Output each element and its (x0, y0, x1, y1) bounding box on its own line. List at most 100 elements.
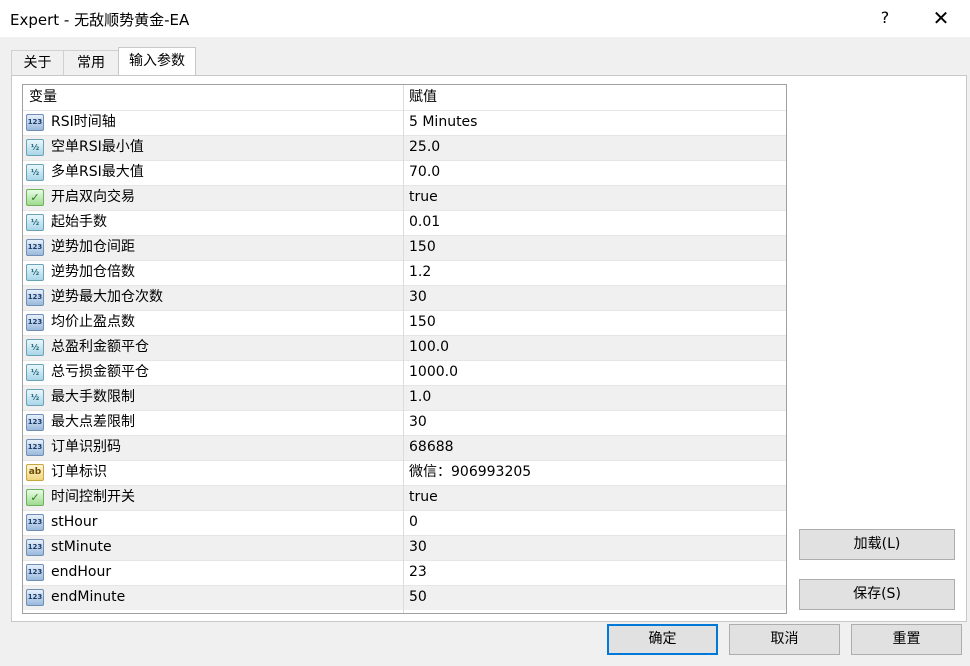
type-bool-icon: ✓ (26, 189, 44, 206)
type-int-icon: 123 (26, 564, 44, 581)
ok-button[interactable]: 确定 (607, 624, 718, 655)
row-divider (23, 185, 786, 186)
parameter-name: 起始手数 (51, 214, 107, 230)
parameter-name: 逆势加仓间距 (51, 239, 135, 255)
column-divider (403, 85, 404, 613)
row-divider (23, 310, 786, 311)
parameter-row[interactable]: 123 订单识别码 68688 (23, 435, 786, 460)
parameter-row[interactable]: 123 RSI时间轴 5 Minutes (23, 110, 786, 135)
tab-about[interactable]: 关于 (11, 50, 64, 75)
parameter-row[interactable]: ✓ 时间控制开关 true (23, 485, 786, 510)
parameter-name: RSI时间轴 (51, 114, 116, 130)
parameter-value[interactable]: 1000.0 (409, 360, 458, 385)
type-int-icon: 123 (26, 439, 44, 456)
tab-common[interactable]: 常用 (63, 50, 119, 75)
row-divider (23, 360, 786, 361)
parameter-value[interactable]: 50 (409, 585, 427, 610)
row-divider (23, 110, 786, 111)
row-divider (23, 435, 786, 436)
help-button[interactable]: ? (870, 4, 900, 32)
parameter-row[interactable]: 123 逆势加仓间距 150 (23, 235, 786, 260)
row-divider (23, 485, 786, 486)
parameter-row[interactable]: ½ 多单RSI最大值 70.0 (23, 160, 786, 185)
type-int-icon: 123 (26, 539, 44, 556)
row-divider (23, 560, 786, 561)
parameter-row[interactable]: ½ 总盈利金额平仓 100.0 (23, 335, 786, 360)
parameter-name: 均价止盈点数 (51, 314, 135, 330)
row-divider (23, 285, 786, 286)
column-header-variable[interactable]: 变量 (29, 85, 57, 110)
parameter-value[interactable]: 5 Minutes (409, 110, 477, 135)
column-header-value[interactable]: 赋值 (409, 85, 437, 110)
parameter-name: 开启双向交易 (51, 189, 135, 205)
parameter-row[interactable]: ½ 起始手数 0.01 (23, 210, 786, 235)
parameter-value[interactable]: 1.0 (409, 385, 431, 410)
save-button[interactable]: 保存(S) (799, 579, 955, 610)
row-divider (23, 335, 786, 336)
parameter-value[interactable]: 70.0 (409, 160, 440, 185)
reset-button[interactable]: 重置 (851, 624, 962, 655)
type-double-icon: ½ (26, 389, 44, 406)
parameter-name: 逆势加仓倍数 (51, 264, 135, 280)
parameter-row[interactable]: ½ 总亏损金额平仓 1000.0 (23, 360, 786, 385)
parameter-row[interactable]: 123 逆势最大加仓次数 30 (23, 285, 786, 310)
parameter-value[interactable]: 30 (409, 535, 427, 560)
row-divider (23, 235, 786, 236)
parameter-name: 订单标识 (51, 464, 107, 480)
parameter-value[interactable]: 150 (409, 310, 436, 335)
type-double-icon: ½ (26, 164, 44, 181)
parameter-value[interactable]: 30 (409, 285, 427, 310)
parameter-row[interactable]: 123 endHour 23 (23, 560, 786, 585)
type-int-icon: 123 (26, 589, 44, 606)
row-divider (23, 410, 786, 411)
row-divider (23, 385, 786, 386)
title-bar: Expert - 无敌顺势黄金-EA ? ✕ (0, 0, 970, 37)
parameter-value[interactable]: 100.0 (409, 335, 449, 360)
parameter-name: stMinute (51, 539, 112, 555)
row-divider (23, 585, 786, 586)
load-button[interactable]: 加载(L) (799, 529, 955, 560)
parameters-grid[interactable]: 变量 赋值 123 RSI时间轴 5 Minutes ½ 空单RSI最小值 25.0 ½ 多单… (22, 84, 787, 614)
parameter-name: 订单识别码 (51, 439, 121, 455)
parameter-row[interactable]: ✓ 开启双向交易 true (23, 185, 786, 210)
type-bool-icon: ✓ (26, 489, 44, 506)
parameter-value[interactable]: 0.01 (409, 210, 440, 235)
row-divider (23, 510, 786, 511)
parameter-value[interactable]: 微信：906993205 (409, 460, 531, 485)
parameter-row[interactable]: 123 stMinute 30 (23, 535, 786, 560)
parameter-value[interactable]: 23 (409, 560, 427, 585)
parameter-row[interactable]: 123 均价止盈点数 150 (23, 310, 786, 335)
row-divider (23, 260, 786, 261)
row-divider (23, 460, 786, 461)
parameter-name: 总盈利金额平仓 (51, 339, 149, 355)
parameter-value[interactable]: 68688 (409, 435, 454, 460)
grid-header: 变量 赋值 (23, 85, 786, 110)
parameter-name: 时间控制开关 (51, 489, 135, 505)
parameter-row[interactable]: ab 订单标识 微信：906993205 (23, 460, 786, 485)
parameter-name: 最大点差限制 (51, 414, 135, 430)
parameter-value[interactable]: 1.2 (409, 260, 431, 285)
parameter-value[interactable]: 0 (409, 510, 418, 535)
window-title: Expert - 无敌顺势黄金-EA (10, 11, 190, 29)
tab-inputs[interactable]: 输入参数 (118, 47, 196, 76)
type-int-icon: 123 (26, 114, 44, 131)
parameter-row[interactable]: 123 endMinute 50 (23, 585, 786, 610)
parameter-value[interactable]: true (409, 185, 438, 210)
parameter-row[interactable]: 123 最大点差限制 30 (23, 410, 786, 435)
parameter-row[interactable]: 123 stHour 0 (23, 510, 786, 535)
parameter-value[interactable]: 25.0 (409, 135, 440, 160)
parameter-value[interactable]: 150 (409, 235, 436, 260)
parameter-row[interactable]: ½ 空单RSI最小值 25.0 (23, 135, 786, 160)
parameter-row[interactable]: ½ 逆势加仓倍数 1.2 (23, 260, 786, 285)
parameter-value[interactable]: true (409, 485, 438, 510)
parameter-name: 逆势最大加仓次数 (51, 289, 163, 305)
type-int-icon: 123 (26, 314, 44, 331)
type-int-icon: 123 (26, 239, 44, 256)
row-divider (23, 210, 786, 211)
type-int-icon: 123 (26, 414, 44, 431)
parameter-value[interactable]: 30 (409, 410, 427, 435)
close-button[interactable]: ✕ (926, 4, 956, 32)
row-divider (23, 535, 786, 536)
cancel-button[interactable]: 取消 (729, 624, 840, 655)
parameter-row[interactable]: ½ 最大手数限制 1.0 (23, 385, 786, 410)
